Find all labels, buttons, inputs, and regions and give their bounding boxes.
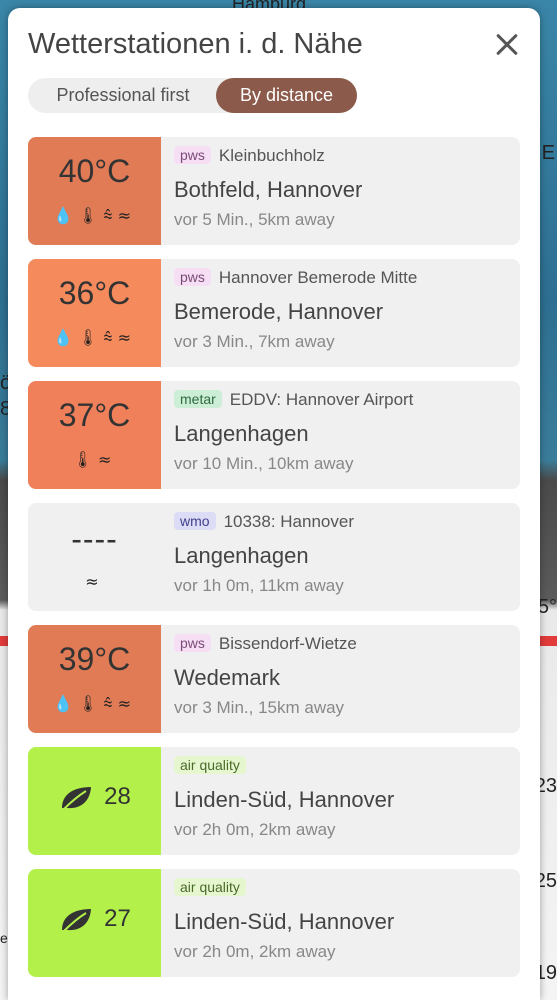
sort-by-distance-button[interactable]: By distance bbox=[216, 78, 357, 113]
station-type-badge: pws bbox=[174, 634, 211, 652]
station-name: Kleinbuchholz bbox=[218, 146, 325, 165]
sensor-icons: 💧🌡⩯≈ bbox=[28, 694, 161, 714]
station-header: pws Kleinbuchholz bbox=[174, 146, 325, 166]
temperature-value: 39°C bbox=[58, 641, 131, 677]
temperature-value: 37°C bbox=[58, 397, 131, 433]
thermometer-icon: 🌡 bbox=[77, 694, 104, 713]
wind-icon: ≈ bbox=[85, 572, 104, 591]
station-meta: vor 5 Min., 5km away bbox=[174, 210, 335, 229]
pressure-icon: ⩯ bbox=[103, 206, 118, 225]
pressure-icon: ⩯ bbox=[103, 328, 118, 347]
station-card[interactable]: 37°C 🌡≈ metar EDDV: Hannover Airport Langenh… bbox=[28, 381, 520, 489]
station-card[interactable]: 36°C 💧🌡⩯≈ pws Hannover Bemerode Mitte Bemero… bbox=[28, 259, 520, 367]
panel-header: Wetterstationen i. d. Nähe bbox=[28, 28, 524, 68]
sensor-icons: 💧🌡⩯≈ bbox=[28, 206, 161, 226]
air-quality-value: 27 bbox=[28, 905, 161, 934]
station-value-tile: 40°C 💧🌡⩯≈ bbox=[28, 137, 161, 245]
air-quality-value: 28 bbox=[28, 783, 161, 812]
station-card[interactable]: 39°C 💧🌡⩯≈ pws Bissendorf-Wietze Wedemark vor … bbox=[28, 625, 520, 733]
station-type-badge: air quality bbox=[174, 878, 246, 896]
station-details: metar EDDV: Hannover Airport Langenhagen vo… bbox=[174, 381, 512, 489]
thermometer-icon: 🌡 bbox=[77, 206, 104, 225]
station-location: Bothfeld, Hannover bbox=[174, 177, 363, 202]
temperature-value: 36°C bbox=[58, 275, 131, 311]
station-details: air quality Linden-Süd, Hannover vor 2h 0m… bbox=[174, 869, 512, 977]
station-value-tile: 28 bbox=[28, 747, 161, 855]
station-list: 40°C 💧🌡⩯≈ pws Kleinbuchholz Bothfeld, Hannov… bbox=[28, 137, 520, 991]
station-value-tile: 37°C 🌡≈ bbox=[28, 381, 161, 489]
station-details: pws Hannover Bemerode Mitte Bemerode, Hann… bbox=[174, 259, 512, 367]
station-type-badge: wmo bbox=[174, 512, 216, 530]
drop-icon: 💧 bbox=[53, 328, 78, 347]
station-meta: vor 3 Min., 7km away bbox=[174, 332, 335, 351]
station-details: wmo 10338: Hannover Langenhagen vor 1h 0m, … bbox=[174, 503, 512, 611]
station-card[interactable]: 40°C 💧🌡⩯≈ pws Kleinbuchholz Bothfeld, Hannov… bbox=[28, 137, 520, 245]
drop-icon: 💧 bbox=[53, 206, 78, 225]
wind-icon: ≈ bbox=[117, 206, 136, 225]
drop-icon: 💧 bbox=[53, 694, 78, 713]
station-meta: vor 3 Min., 15km away bbox=[174, 698, 345, 717]
station-meta: vor 10 Min., 10km away bbox=[174, 454, 354, 473]
map-edge-label: 5° bbox=[537, 596, 557, 618]
station-meta: vor 1h 0m, 11km away bbox=[174, 576, 344, 595]
sort-professional-first-button[interactable]: Professional first bbox=[28, 78, 218, 113]
station-header: pws Hannover Bemerode Mitte bbox=[174, 268, 417, 288]
station-header: air quality bbox=[174, 878, 254, 898]
station-meta: vor 2h 0m, 2km away bbox=[174, 820, 336, 839]
pressure-icon: ⩯ bbox=[103, 694, 118, 713]
temperature-value: 40°C bbox=[58, 153, 131, 189]
temperature-value: ---- bbox=[71, 521, 118, 557]
leaf-icon bbox=[58, 783, 104, 810]
station-details: pws Kleinbuchholz Bothfeld, Hannover vor 5 … bbox=[174, 137, 512, 245]
wind-icon: ≈ bbox=[97, 450, 117, 469]
station-location: Langenhagen bbox=[174, 421, 309, 446]
station-header: metar EDDV: Hannover Airport bbox=[174, 390, 413, 410]
station-name: EDDV: Hannover Airport bbox=[229, 390, 414, 409]
station-location: Linden-Süd, Hannover bbox=[174, 787, 395, 812]
station-type-badge: metar bbox=[174, 390, 222, 408]
station-details: air quality Linden-Süd, Hannover vor 2h 0m… bbox=[174, 747, 512, 855]
station-card[interactable]: 28 air quality Linden-Süd, Hannover vor 2h … bbox=[28, 747, 520, 855]
sensor-icons: 💧🌡⩯≈ bbox=[28, 328, 161, 348]
station-location: Wedemark bbox=[174, 665, 280, 690]
station-header: wmo 10338: Hannover bbox=[174, 512, 354, 532]
station-value-tile: 27 bbox=[28, 869, 161, 977]
stations-panel: Wetterstationen i. d. Nähe Professional … bbox=[8, 8, 540, 1000]
station-value-tile: 39°C 💧🌡⩯≈ bbox=[28, 625, 161, 733]
station-header: air quality bbox=[174, 756, 254, 776]
leaf-icon bbox=[58, 905, 104, 932]
station-value-tile: ---- ≈ bbox=[28, 503, 161, 611]
station-location: Bemerode, Hannover bbox=[174, 299, 384, 324]
station-type-badge: pws bbox=[174, 268, 211, 286]
station-card[interactable]: ---- ≈ wmo 10338: Hannover Langenhagen vor 1h… bbox=[28, 503, 520, 611]
sensor-icons: ≈ bbox=[28, 572, 161, 591]
station-details: pws Bissendorf-Wietze Wedemark vor 3 Min., … bbox=[174, 625, 512, 733]
sensor-icons: 🌡≈ bbox=[28, 450, 161, 469]
thermometer-icon: 🌡 bbox=[72, 450, 98, 469]
station-name: Hannover Bemerode Mitte bbox=[218, 268, 418, 287]
station-type-badge: pws bbox=[174, 146, 211, 164]
station-name: Bissendorf-Wietze bbox=[218, 634, 357, 653]
station-name: 10338: Hannover bbox=[223, 512, 354, 531]
station-card[interactable]: 27 air quality Linden-Süd, Hannover vor 2h … bbox=[28, 869, 520, 977]
page-title: Wetterstationen i. d. Nähe bbox=[28, 28, 363, 60]
thermometer-icon: 🌡 bbox=[77, 328, 104, 347]
air-quality-index: 27 bbox=[104, 905, 131, 932]
wind-icon: ≈ bbox=[117, 328, 136, 347]
sort-toggle: Professional first By distance bbox=[28, 78, 357, 113]
wind-icon: ≈ bbox=[117, 694, 136, 713]
map-edge-label: E bbox=[541, 142, 555, 164]
close-icon[interactable] bbox=[490, 28, 524, 62]
station-header: pws Bissendorf-Wietze bbox=[174, 634, 357, 654]
station-location: Langenhagen bbox=[174, 543, 309, 568]
station-meta: vor 2h 0m, 2km away bbox=[174, 942, 336, 961]
station-type-badge: air quality bbox=[174, 756, 246, 774]
air-quality-index: 28 bbox=[104, 783, 131, 810]
station-location: Linden-Süd, Hannover bbox=[174, 909, 395, 934]
station-value-tile: 36°C 💧🌡⩯≈ bbox=[28, 259, 161, 367]
